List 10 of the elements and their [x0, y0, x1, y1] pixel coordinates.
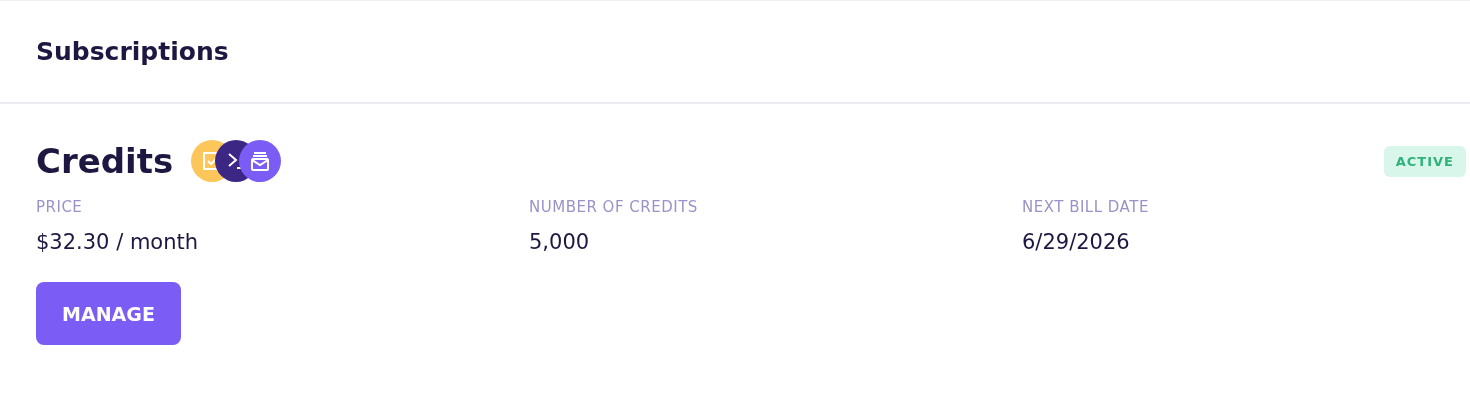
field-value: 6/29/2026: [1022, 230, 1131, 254]
field-label: PRICE: [36, 198, 84, 216]
field-value: 5,000: [529, 230, 591, 254]
field-label: NUMBER OF CREDITS: [529, 198, 699, 216]
field-value: $32.30 / month: [36, 230, 200, 254]
status-badge: ACTIVE: [1383, 145, 1466, 177]
manage-button[interactable]: MANAGE: [36, 282, 181, 345]
field-label: NEXT BILL DATE: [1022, 198, 1150, 216]
subscription-name: Credits: [36, 141, 174, 181]
page-title: Subscriptions: [36, 37, 229, 66]
